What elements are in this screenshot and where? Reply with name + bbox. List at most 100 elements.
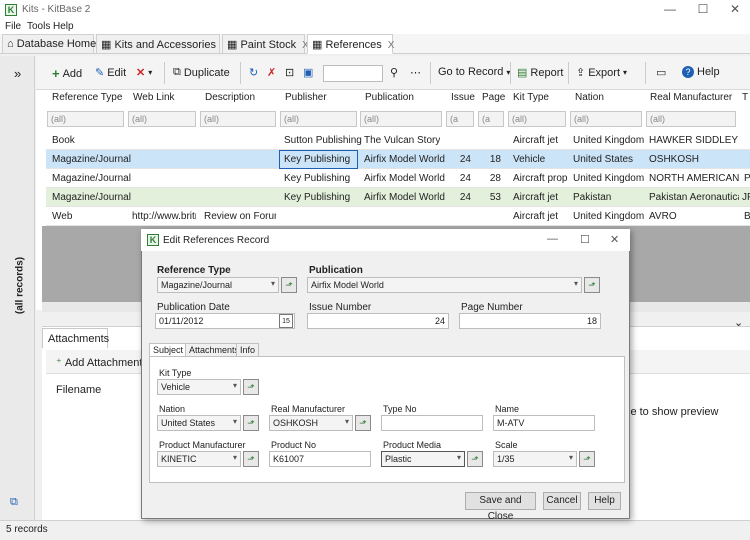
cell-kit-type: Vehicle (513, 154, 546, 165)
menu-file[interactable]: File (5, 21, 21, 32)
name-input[interactable]: M-ATV (493, 415, 595, 431)
issue-number-input[interactable]: 24 (307, 313, 449, 329)
delete-button[interactable]: ✕ ▾ (136, 66, 152, 79)
filter-nation[interactable]: (all) (570, 111, 642, 127)
kit-type-picker-icon[interactable]: ⬏ (243, 379, 259, 395)
report-button[interactable]: ▤ Report (517, 66, 563, 80)
type-no-input[interactable] (381, 415, 483, 431)
duplicate-button[interactable]: ⧉ Duplicate (173, 66, 230, 79)
grid-icon: ▦ (312, 39, 323, 51)
cell-reference-type: Magazine/Journal (52, 192, 131, 203)
tab-close-icon[interactable]: X (388, 40, 395, 51)
nation-label: Nation (159, 404, 186, 414)
page-number-input[interactable]: 18 (459, 313, 601, 329)
go-to-record-button[interactable]: Go to Record ▾ (438, 66, 510, 78)
publication-date-input[interactable]: 01/11/2012 (155, 313, 295, 329)
column-header-description[interactable]: Description (205, 92, 255, 103)
filter-publication[interactable]: (all) (360, 111, 442, 127)
tab-database-home[interactable]: ⌂ Database Home (2, 34, 96, 54)
column-header-kit-type[interactable]: Kit Type (513, 92, 549, 103)
tab-info[interactable]: Info (236, 343, 260, 357)
dialog-maximize-button[interactable]: ☐ (580, 233, 590, 246)
chevron-down-icon: ▾ (573, 279, 578, 288)
real-manufacturer-picker-icon[interactable]: ⬏ (355, 415, 371, 431)
product-no-input[interactable]: K61007 (269, 451, 371, 467)
expand-panel-icon[interactable]: » (14, 66, 21, 81)
menu-help[interactable]: Help (53, 21, 74, 32)
column-header-publication[interactable]: Publication (365, 92, 414, 103)
search-input[interactable] (323, 65, 383, 82)
export-button[interactable]: ⇪ Export ▾ (576, 66, 627, 80)
product-media-select[interactable]: Plastic ▾ (381, 451, 465, 467)
column-header-web-link[interactable]: Web Link (133, 92, 175, 103)
tab-dialog-attachments[interactable]: Attachments (185, 343, 244, 357)
cell-publication: The Vulcan Story (364, 135, 441, 146)
layout-button[interactable]: ▭ (656, 66, 666, 79)
refresh-button[interactable]: ↻ (249, 66, 258, 79)
column-header-reference-type[interactable]: Reference Type (52, 92, 122, 103)
dialog-help-button[interactable]: Help (588, 492, 621, 510)
clear-filter-button[interactable]: ✗ (267, 66, 276, 79)
column-header-issue[interactable]: Issue (451, 92, 475, 103)
save-and-close-button[interactable]: Save and Close (465, 492, 536, 522)
help-button[interactable]: ? Help (682, 66, 720, 78)
column-header-nation[interactable]: Nation (575, 92, 604, 103)
reference-type-picker-icon[interactable]: ⬏ (281, 277, 297, 293)
column-header-real-manufacturer[interactable]: Real Manufacturer (650, 92, 732, 103)
real-manufacturer-select[interactable]: OSHKOSH ▾ (269, 415, 353, 431)
tab-paint-stock[interactable]: ▦ Paint Stock X (222, 34, 309, 54)
title-bar (0, 0, 750, 20)
column-header-truncated[interactable]: T (742, 92, 748, 103)
reference-type-select[interactable]: Magazine/Journal ▾ (157, 277, 279, 293)
search-button[interactable]: ⚲ (390, 66, 398, 79)
save-layout-button[interactable]: ▣ (303, 66, 313, 79)
edit-button[interactable]: ✎ Edit (95, 66, 126, 80)
product-manufacturer-select[interactable]: KINETIC ▾ (157, 451, 241, 467)
column-header-publisher[interactable]: Publisher (285, 92, 327, 103)
product-media-picker-icon[interactable]: ⬏ (467, 451, 483, 467)
add-attachment-button[interactable]: ⁺ Add Attachment (56, 356, 142, 370)
kit-type-select[interactable]: Vehicle ▾ (157, 379, 241, 395)
product-media-value: Plastic (385, 454, 412, 464)
dialog-close-button[interactable]: ✕ (610, 233, 619, 246)
close-window-button[interactable]: ✕ (720, 2, 750, 18)
maximize-button[interactable]: ☐ (688, 2, 718, 18)
real-manufacturer-value: OSHKOSH (273, 418, 319, 428)
menu-tools[interactable]: Tools (27, 21, 50, 32)
column-button[interactable]: ⊡ (285, 66, 294, 79)
search-options-button[interactable]: ⋯ (410, 66, 421, 79)
tab-kits-and-accessories[interactable]: ▦ Kits and AccessoriesX (96, 34, 229, 54)
filter-web-link[interactable]: (all) (128, 111, 196, 127)
filter-page[interactable]: (a (478, 111, 504, 127)
scale-select[interactable]: 1/35 ▾ (493, 451, 577, 467)
tab-references[interactable]: ▦ References X (307, 34, 395, 54)
column-header-filename[interactable]: Filename (56, 384, 101, 396)
cancel-button[interactable]: Cancel (543, 492, 581, 510)
nation-picker-icon[interactable]: ⬏ (243, 415, 259, 431)
calendar-icon[interactable]: 15 (279, 314, 293, 328)
filter-publisher[interactable]: (all) (280, 111, 357, 127)
settings-rail-icon[interactable]: ⧉ (10, 496, 18, 509)
filter-description[interactable]: (all) (200, 111, 276, 127)
tab-attachments[interactable]: Attachments (42, 328, 109, 348)
cell-web-link[interactable]: http://www.britm (132, 211, 196, 222)
cell-kit-type: Aircraft prop (513, 173, 568, 184)
add-button[interactable]: + Add (52, 66, 82, 81)
publication-picker-icon[interactable]: ⬏ (584, 277, 600, 293)
tab-subject[interactable]: Subject (149, 343, 188, 357)
filter-real-manufacturer[interactable]: (all) (646, 111, 736, 127)
column-header-page[interactable]: Page (482, 92, 505, 103)
publication-select[interactable]: Airfix Model World ▾ (307, 277, 582, 293)
export-icon: ⇪ (576, 67, 586, 79)
filter-kit-type[interactable]: (all) (508, 111, 566, 127)
dialog-minimize-button[interactable]: — (547, 233, 558, 245)
filter-issue[interactable]: (a (446, 111, 474, 127)
plus-icon: + (52, 66, 60, 81)
scale-picker-icon[interactable]: ⬏ (579, 451, 595, 467)
minimize-button[interactable]: — (655, 2, 685, 18)
nation-select[interactable]: United States ▾ (157, 415, 241, 431)
copy-icon: ⧉ (173, 66, 181, 78)
collapse-chevron-icon[interactable]: ⌄ (734, 316, 743, 329)
filter-reference-type[interactable]: (all) (47, 111, 124, 127)
product-manufacturer-picker-icon[interactable]: ⬏ (243, 451, 259, 467)
